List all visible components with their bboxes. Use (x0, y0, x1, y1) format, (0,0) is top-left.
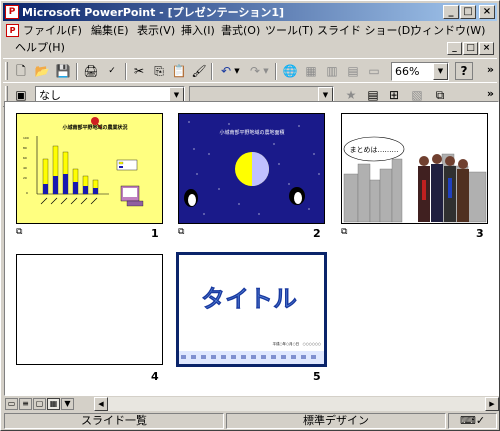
svg-text:0: 0 (26, 191, 28, 195)
zoom-value: 66% (395, 65, 420, 78)
document-menu-icon[interactable]: P (6, 24, 19, 37)
application-window: P Microsoft PowerPoint - [プレゼンテーション1] _ … (0, 0, 500, 431)
slide-thumbnail-4[interactable] (16, 254, 163, 365)
scroll-left-icon[interactable]: ◀ (94, 397, 108, 411)
slide-sorter-pane[interactable]: 小城南部平野地域の農業状況 100 80 60 40 20 0 ⧉ 1 小城南部… (4, 101, 499, 396)
menu-insert[interactable]: 挿入(I) (179, 23, 217, 39)
slide-3-content: まとめは……… (343, 136, 487, 223)
new-icon[interactable]: 🗋 (11, 62, 31, 81)
speech-bubble-text: まとめは……… (350, 146, 399, 154)
slide-thumbnail-3[interactable]: まとめは……… (341, 113, 488, 224)
zoom-select[interactable]: 66% ▼ (391, 62, 449, 81)
normal-view-icon[interactable]: ▭ (5, 398, 18, 410)
svg-text:80: 80 (23, 146, 27, 150)
penguin-right-icon (289, 187, 305, 205)
transition-icon[interactable]: ⧉ (16, 228, 25, 237)
penguin-left-icon (184, 189, 198, 207)
doc-minimize-button[interactable]: _ (447, 42, 462, 55)
transition-icon[interactable]: ⧉ (341, 228, 350, 237)
separator (275, 63, 277, 80)
svg-text:100: 100 (23, 136, 29, 140)
toolbar-options-icon[interactable]: » (487, 63, 494, 76)
menu-format[interactable]: 書式(O) (219, 23, 262, 39)
undo-dropdown-icon[interactable]: ▼ (232, 62, 242, 81)
view-buttons-bar: ▭ ≡ ▢ ▦ ▼ ◀ ▶ (4, 396, 499, 412)
document-window-controls: _ □ × (447, 42, 495, 55)
svg-text:60: 60 (23, 156, 27, 160)
format-painter-icon[interactable]: 🖌 (189, 62, 209, 81)
slide-number-2: 2 (313, 227, 321, 240)
menu-edit[interactable]: 編集(E) (89, 23, 131, 39)
redo-dropdown-icon[interactable]: ▼ (261, 62, 271, 81)
menu-view[interactable]: 表示(V) (135, 23, 177, 39)
help-button[interactable]: ? (455, 62, 473, 80)
slide-1-content: 小城南部平野地域の農業状況 100 80 60 40 20 0 (23, 117, 144, 207)
slide-2-title: 小城南部平野地域の農地面積 (219, 129, 284, 136)
powerpoint-app-icon[interactable]: P (5, 5, 19, 19)
open-icon[interactable]: 📂 (32, 62, 52, 81)
slide-number-5: 5 (313, 370, 321, 383)
minimize-button[interactable]: _ (443, 5, 459, 19)
slideshow-view-icon[interactable]: ▼ (61, 398, 74, 410)
scroll-right-icon[interactable]: ▶ (485, 397, 499, 411)
slide-5-title: タイトル (201, 285, 297, 313)
slide-5-footer: 平成○年○月○日 ○○○○○○ (273, 341, 322, 346)
doc-restore-button[interactable]: □ (463, 42, 478, 55)
slide-number-1: 1 (151, 227, 159, 240)
slide-thumbnail-2[interactable]: 小城南部平野地域の農地面積 (178, 113, 325, 224)
cut-icon[interactable]: ✂ (129, 62, 149, 81)
menu-window[interactable]: ウィンドウ(W) (409, 23, 487, 39)
save-icon[interactable]: 💾 (53, 62, 73, 81)
slide-1-title: 小城南部平野地域の農業状況 (62, 124, 127, 131)
insert-chart-icon[interactable]: ▥ (322, 62, 342, 81)
svg-text:40: 40 (23, 166, 27, 170)
slide-2-content: 小城南部平野地域の農地面積 (184, 121, 320, 215)
status-bar: スライド一覧 標準デザイン ⌨✓ (4, 413, 499, 430)
menu-bar: P ファイル(F) 編集(E) 表示(V) 挿入(I) 書式(O) ツール(T)… (3, 22, 497, 58)
separator (125, 63, 127, 80)
slide-thumbnail-5[interactable]: タイトル 平成○年○月○日 ○○○○○○ (176, 252, 327, 367)
toolbar-grip[interactable] (5, 62, 8, 80)
slide-sorter-view-icon[interactable]: ▦ (47, 398, 60, 410)
menu-file[interactable]: ファイル(F) (21, 23, 84, 39)
separator (76, 63, 78, 80)
copy-icon[interactable]: ⎘ (149, 62, 169, 81)
separator (211, 63, 213, 80)
paste-icon[interactable]: 📋 (169, 62, 189, 81)
slide-thumbnail-1[interactable]: 小城南部平野地域の農業状況 100 80 60 40 20 0 (16, 113, 163, 224)
horizontal-scrollbar[interactable]: ◀ ▶ (94, 397, 499, 411)
new-slide-icon[interactable]: ▭ (364, 62, 384, 81)
hyperlink-icon[interactable]: 🌐 (280, 62, 300, 81)
insert-table-icon[interactable]: ▦ (301, 62, 321, 81)
slide-number-4: 4 (151, 370, 159, 383)
toolbar-options-icon[interactable]: » (487, 87, 494, 100)
transition-icon[interactable]: ⧉ (178, 228, 187, 237)
close-button[interactable]: × (479, 5, 495, 19)
svg-text:20: 20 (23, 176, 27, 180)
slide-view-icon[interactable]: ▢ (33, 398, 46, 410)
outline-view-icon[interactable]: ≡ (19, 398, 32, 410)
standard-toolbar: 🗋 📂 💾 🖨 ✓ ✂ ⎘ 📋 🖌 ↶ ▼ ↷ ▼ 🌐 ▦ ▥ ▤ ▭ 66% … (3, 58, 497, 83)
status-view: スライド一覧 (4, 413, 224, 429)
status-design: 標準デザイン (226, 413, 446, 429)
chevron-down-icon[interactable]: ▼ (433, 63, 448, 80)
window-title: Microsoft PowerPoint - [プレゼンテーション1] (22, 6, 285, 19)
doc-close-button[interactable]: × (479, 42, 494, 55)
computer-clipart-icon (120, 185, 144, 207)
print-icon[interactable]: 🖨 (81, 62, 101, 81)
spelling-status-icon[interactable]: ⌨✓ (448, 413, 497, 429)
spellcheck-icon[interactable]: ✓ (102, 62, 122, 81)
slide-5-content: タイトル 平成○年○月○日 ○○○○○○ (179, 285, 324, 364)
title-bar[interactable]: P Microsoft PowerPoint - [プレゼンテーション1] _ … (3, 3, 497, 21)
maximize-button[interactable]: □ (460, 5, 476, 19)
slide-number-3: 3 (476, 227, 484, 240)
insert-clipart-icon[interactable]: ▤ (343, 62, 363, 81)
menu-tools[interactable]: ツール(T) (263, 23, 315, 39)
menu-help[interactable]: ヘルプ(H) (13, 40, 67, 56)
menu-slideshow[interactable]: スライド ショー(D) (315, 23, 417, 39)
